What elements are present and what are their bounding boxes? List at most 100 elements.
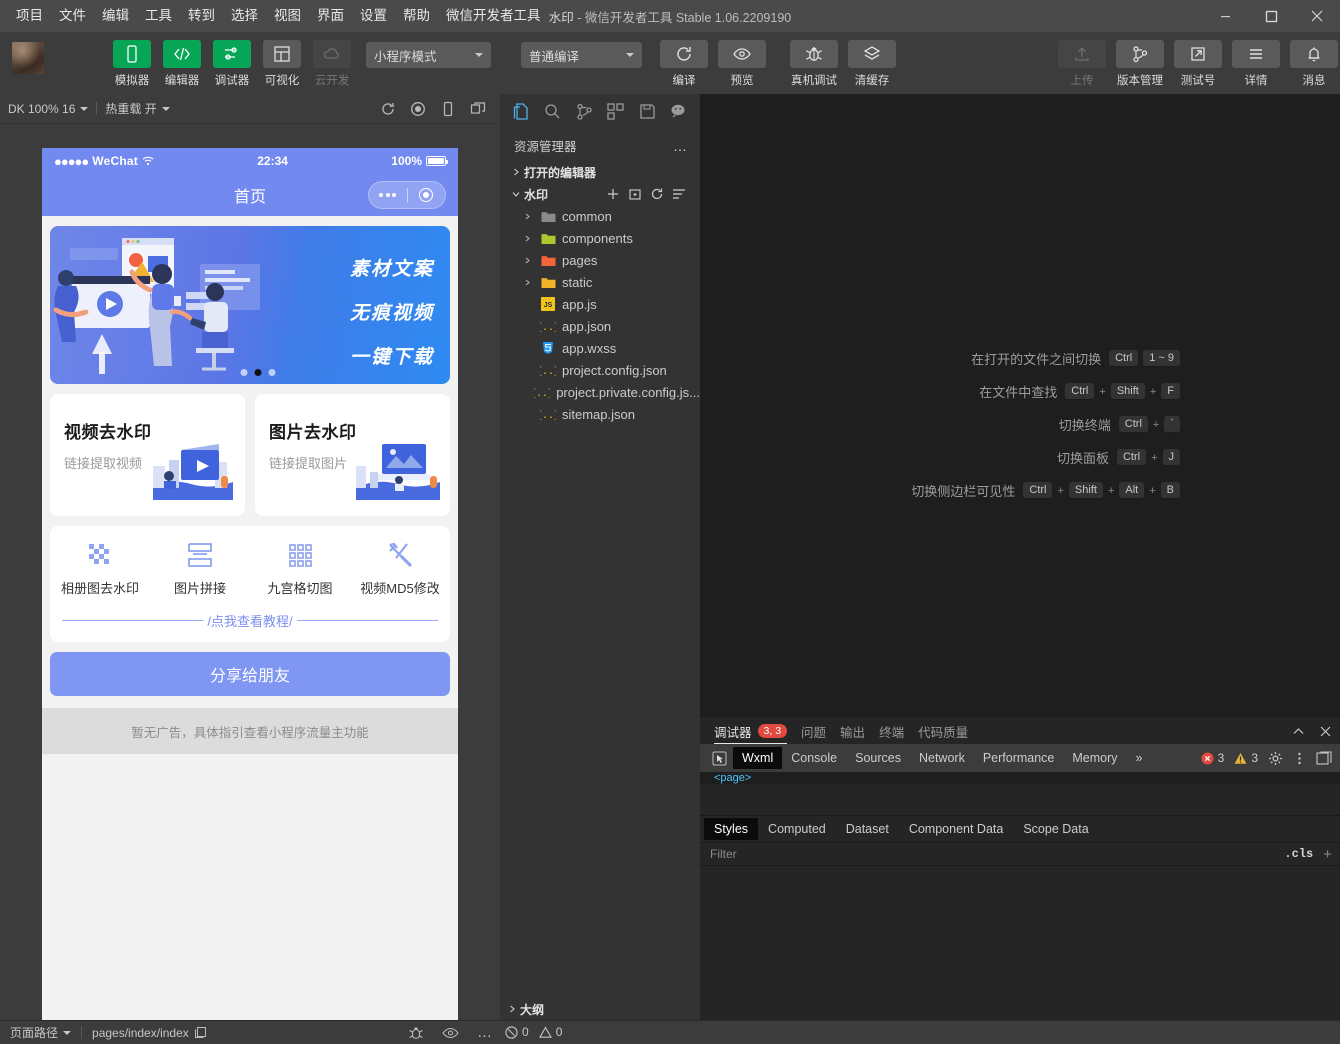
file-tree-item[interactable]: {..}app.json [500,315,700,337]
bug-icon[interactable] [408,1025,424,1041]
close-target-icon[interactable] [408,188,446,202]
banner-dot-2[interactable] [269,369,276,376]
wechat-capsule[interactable] [368,181,446,209]
panel-tab-代码质量[interactable]: 代码质量 [918,718,968,744]
devtools-menu-icon[interactable] [1293,751,1306,766]
menu-item-3[interactable]: 工具 [137,3,180,29]
tutorial-link[interactable]: /点我查看教程/ [62,611,438,630]
save-icon[interactable] [633,96,663,126]
devtools-tab-Network[interactable]: Network [910,747,974,769]
style-tab-Dataset[interactable]: Dataset [836,818,899,840]
toolbar-button-模拟器[interactable]: 模拟器 [110,40,154,88]
eye-icon[interactable] [442,1027,459,1039]
collapse-all-icon[interactable] [672,187,686,201]
toolbar-button-编辑器[interactable]: 编辑器 [160,40,204,88]
menu-item-5[interactable]: 选择 [223,3,266,29]
more-icon[interactable]: … [477,1028,493,1038]
share-button[interactable]: 分享给朋友 [50,652,450,696]
toolbar-button-清缓存[interactable]: 清缓存 [846,40,898,88]
file-tree-item[interactable]: app.wxss [500,337,700,359]
style-tab-Styles[interactable]: Styles [704,818,758,840]
file-tree-item[interactable]: components [500,227,700,249]
compile-select[interactable]: 普通编译 [521,42,642,68]
search-icon[interactable] [538,96,568,126]
style-tab-Component-Data[interactable]: Component Data [899,818,1014,840]
mode-select[interactable]: 小程序模式 [366,42,491,68]
panel-tab-调试器[interactable]: 调试器3, 3 [714,718,787,744]
warning-count[interactable]: 3 [1234,751,1258,765]
warning-status[interactable]: 0 [539,1025,563,1039]
tool-item-1[interactable]: 图片拼接 [150,540,250,597]
banner-dot-0[interactable] [241,369,248,376]
menu-item-9[interactable]: 帮助 [395,3,438,29]
devtools-tab-Sources[interactable]: Sources [846,747,910,769]
file-tree-item[interactable]: {..}project.config.json [500,359,700,381]
filter-input[interactable]: Filter [710,847,1284,861]
undock-icon[interactable] [1316,751,1332,766]
toolbar-button-版本管理[interactable]: 版本管理 [1114,40,1166,88]
menu-item-2[interactable]: 编辑 [94,3,137,29]
page-path-value[interactable]: pages/index/index [82,1026,217,1040]
page-path-select[interactable]: 页面路径 [0,1024,81,1041]
file-tree-item[interactable]: {..}sitemap.json [500,403,700,425]
panel-tab-终端[interactable]: 终端 [879,718,904,744]
toolbar-button-消息[interactable]: 消息 [1288,40,1340,88]
style-tab-Computed[interactable]: Computed [758,818,836,840]
menu-item-4[interactable]: 转到 [180,3,223,29]
devtools-tab-Performance[interactable]: Performance [974,747,1064,769]
maximize-button[interactable] [1248,0,1294,32]
tool-item-2[interactable]: 九宫格切图 [250,540,350,597]
toolbar-button-真机调试[interactable]: 真机调试 [788,40,840,88]
tool-item-3[interactable]: 视频MD5修改 [350,540,450,597]
copy-icon[interactable] [194,1026,207,1039]
file-tree-item[interactable]: common [500,205,700,227]
banner-carousel[interactable]: 素材文案无痕视频一键下载 [50,226,450,384]
error-count[interactable]: 3 [1201,751,1225,765]
new-file-icon[interactable] [606,187,620,201]
files-icon[interactable] [506,96,536,126]
cls-button[interactable]: .cls [1284,847,1313,861]
file-tree-item[interactable]: pages [500,249,700,271]
toolbar-button-调试器[interactable]: 调试器 [210,40,254,88]
devtools-tab-Wxml[interactable]: Wxml [733,747,782,769]
explorer-more-button[interactable]: … [673,138,688,154]
devtools-tab-Memory[interactable]: Memory [1063,747,1126,769]
toolbar-button-可视化[interactable]: 可视化 [260,40,304,88]
window-icon[interactable] [470,101,486,117]
feature-card-1[interactable]: 图片去水印链接提取图片 [255,394,450,516]
extensions-icon[interactable] [601,96,631,126]
close-icon[interactable] [1319,725,1332,738]
toolbar-button-编译[interactable]: 编译 [658,40,710,88]
new-folder-icon[interactable] [628,187,642,201]
problems-status[interactable]: 0 0 [505,1020,562,1044]
error-status[interactable]: 0 [505,1025,529,1039]
settings-gear-icon[interactable] [1268,751,1283,766]
file-tree-item[interactable]: JSapp.js [500,293,700,315]
panel-tab-问题[interactable]: 问题 [801,718,826,744]
panel-tab-输出[interactable]: 输出 [840,718,865,744]
devtools-tab-Console[interactable]: Console [782,747,846,769]
menu-item-10[interactable]: 微信开发者工具 [438,3,549,29]
outline-section[interactable]: 大纲 [500,998,700,1020]
minimize-button[interactable] [1202,0,1248,32]
style-tab-Scope-Data[interactable]: Scope Data [1013,818,1098,840]
devtools-overflow-button[interactable]: » [1127,747,1152,769]
wechat-icon[interactable] [664,96,694,126]
file-tree-item[interactable]: {..}project.private.config.js... [500,381,700,403]
menu-item-6[interactable]: 视图 [266,3,309,29]
menu-item-7[interactable]: 界面 [309,3,352,29]
inspect-element-icon[interactable] [706,749,733,768]
refresh-icon[interactable] [380,101,396,117]
add-rule-button[interactable]: + [1323,846,1332,863]
refresh-icon[interactable] [650,187,664,201]
menu-item-1[interactable]: 文件 [51,3,94,29]
feature-card-0[interactable]: 视频去水印链接提取视频 [50,394,245,516]
toolbar-button-测试号[interactable]: 测试号 [1172,40,1224,88]
tool-item-0[interactable]: 相册图去水印 [50,540,150,597]
file-tree-item[interactable]: static [500,271,700,293]
section-project[interactable]: 水印 [500,183,700,205]
close-button[interactable] [1294,0,1340,32]
menu-item-8[interactable]: 设置 [352,3,395,29]
toolbar-button-详情[interactable]: 详情 [1230,40,1282,88]
hotreload-select[interactable]: 热重载 开 [97,100,177,117]
